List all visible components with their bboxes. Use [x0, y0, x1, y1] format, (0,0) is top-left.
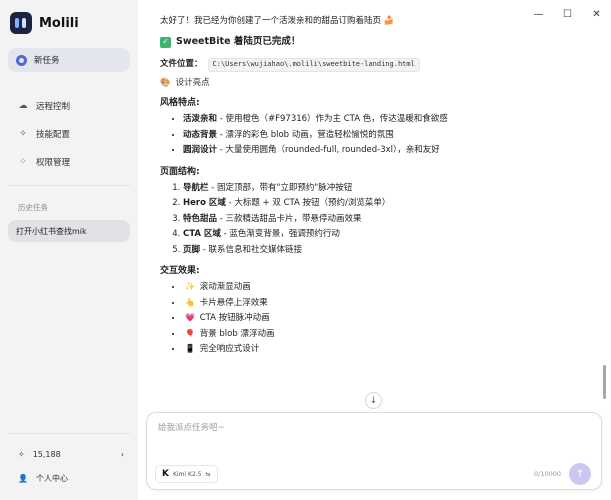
list-item: 👆 卡片悬停上浮效果 — [183, 298, 590, 309]
list-item: 导航栏 - 固定顶部，带有"立即预约"脉冲按钮 — [183, 183, 590, 194]
file-path[interactable]: C:\Users\wujiahao\.molili\sweetbite-land… — [207, 58, 420, 72]
list-item: ✨ 滚动渐显动画 — [183, 282, 590, 293]
sidebar-footer: ✧ 15,188 › 👤 个人中心 — [8, 433, 130, 490]
list-item: 圆润设计 - 大量使用圆角（rounded-full, rounded-3xl）… — [183, 145, 590, 156]
sidebar-item-remote-control[interactable]: ☁ 远程控制 — [8, 92, 130, 120]
sidebar-item-skills[interactable]: ✧ 技能配置 — [8, 120, 130, 148]
item-title: 动态背景 — [183, 129, 218, 140]
item-desc: - 大量使用圆角（rounded-full, rounded-3xl），亲和友好 — [217, 145, 440, 156]
spark-icon: ✧ — [19, 129, 27, 139]
item-desc: - 使用橙色（#F97316）作为主 CTA 色，传达温暖和食欲感 — [217, 114, 448, 125]
phone-icon: 📱 — [185, 344, 195, 354]
app-window: Molili 新任务 ☁ 远程控制 ✧ 技能配置 ⁘ 权限管理 历史任务 打开小… — [0, 0, 611, 500]
check-icon: ✓ — [160, 37, 171, 49]
list-item: CTA 区域 - 蓝色渐变背景，强调预约行动 — [183, 229, 590, 240]
item-title: CTA 区域 — [183, 229, 221, 240]
sidebar-item-label: 远程控制 — [36, 102, 71, 112]
item-title: Hero 区域 — [183, 198, 226, 209]
assistant-message: 太好了！我已经为你创建了一个活泼亲和的甜品订购着陆页 🍰 ✓ SweetBite… — [160, 16, 590, 365]
interaction-list: ✨ 滚动渐显动画 👆 卡片悬停上浮效果 💗 CTA 按钮脉冲动画 🎈 背景 bl… — [160, 282, 590, 355]
sparkles-icon: ✨ — [185, 282, 195, 292]
model-name: Kimi K2.5 — [172, 470, 202, 478]
brand: Molili — [8, 10, 130, 48]
item-title: 特色甜品 — [183, 213, 218, 224]
balloon-icon: 🎈 — [185, 328, 195, 338]
chevron-right-icon: › — [120, 449, 124, 459]
item-text: 卡片悬停上浮效果 — [199, 297, 268, 308]
pointer-icon: 👆 — [185, 297, 195, 307]
cloud-icon: ☁ — [18, 101, 28, 111]
structure-list: 导航栏 - 固定顶部，带有"立即预约"脉冲按钮 Hero 区域 - 大标题 + … — [160, 183, 590, 256]
item-title: 圆润设计 — [183, 145, 218, 156]
style-list: 活泼亲和 - 使用橙色（#F97316）作为主 CTA 色，传达温暖和食欲感 动… — [160, 114, 590, 156]
kimi-logo-icon: K — [162, 469, 169, 479]
user-icon: 👤 — [18, 473, 28, 483]
sidebar-item-label: 权限管理 — [36, 158, 71, 168]
interaction-heading: 交互效果: — [160, 266, 200, 277]
list-item: 🎈 背景 blob 漂浮动画 — [183, 329, 590, 340]
switch-icon: ⇆ — [205, 470, 211, 478]
palette-icon: 🎨 — [160, 77, 171, 88]
sidebar-item-permissions[interactable]: ⁘ 权限管理 — [8, 148, 130, 176]
design-highlights-heading: 🎨 设计亮点 — [160, 78, 590, 89]
completion-heading: ✓ SweetBite 着陆页已完成！ — [160, 36, 590, 49]
style-heading: 风格特点: — [160, 98, 200, 109]
new-task-button[interactable]: 新任务 — [8, 48, 130, 72]
history-section-label: 历史任务 — [8, 185, 130, 220]
item-desc: - 大标题 + 双 CTA 按钮（预约/浏览菜单） — [225, 198, 391, 209]
design-highlights-label: 设计亮点 — [175, 77, 210, 88]
item-desc: - 漂浮的彩色 blob 动画，营造轻松愉悦的氛围 — [217, 129, 394, 140]
list-item: 活泼亲和 - 使用橙色（#F97316）作为主 CTA 色，传达温暖和食欲感 — [183, 114, 590, 125]
list-item: 页脚 - 联系信息和社交媒体链接 — [183, 245, 590, 256]
item-text: CTA 按钮脉冲动画 — [199, 313, 270, 324]
sidebar-item-label: 技能配置 — [36, 130, 71, 140]
permissions-icon: ⁘ — [19, 157, 27, 167]
credits-icon: ✧ — [18, 449, 25, 459]
user-center-label: 个人中心 — [35, 473, 68, 483]
list-item: 动态背景 - 漂浮的彩色 blob 动画，营造轻松愉悦的氛围 — [183, 130, 590, 141]
list-item: 💗 CTA 按钮脉冲动画 — [183, 313, 590, 324]
file-location: 文件位置： C:\Users\wujiahao\.molili\sweetbit… — [160, 58, 590, 72]
history-item[interactable]: 打开小红书查找mik — [8, 220, 130, 242]
message-intro: 太好了！我已经为你创建了一个活泼亲和的甜品订购着陆页 🍰 — [160, 16, 395, 26]
arrow-up-icon: ↑ — [575, 468, 585, 480]
model-selector[interactable]: K Kimi K2.5 ⇆ — [155, 465, 218, 483]
credits-row[interactable]: ✧ 15,188 › — [8, 442, 130, 466]
arrow-down-icon: ↓ — [369, 395, 378, 406]
new-task-icon — [16, 54, 27, 66]
item-text: 滚动渐显动画 — [199, 282, 251, 293]
item-title: 活泼亲和 — [183, 114, 218, 125]
heart-icon: 💗 — [185, 313, 195, 323]
completion-title: SweetBite 着陆页已完成！ — [176, 36, 301, 48]
send-button[interactable]: ↑ — [569, 463, 591, 485]
main-panel: — ☐ ✕ 太好了！我已经为你创建了一个活泼亲和的甜品订购着陆页 🍰 ✓ Swe… — [138, 0, 611, 500]
list-item: 特色甜品 - 三款精选甜品卡片，带悬停动画效果 — [183, 214, 590, 225]
item-desc: - 三款精选甜品卡片，带悬停动画效果 — [217, 213, 362, 224]
task-input[interactable] — [158, 423, 578, 433]
app-logo-icon — [10, 12, 32, 34]
item-text: 完全响应式设计 — [199, 344, 260, 355]
credits-value: 15,188 — [32, 449, 61, 459]
sidebar: Molili 新任务 ☁ 远程控制 ✧ 技能配置 ⁘ 权限管理 历史任务 打开小… — [0, 0, 138, 500]
list-item: Hero 区域 - 大标题 + 双 CTA 按钮（预约/浏览菜单） — [183, 198, 590, 209]
new-task-label: 新任务 — [34, 56, 60, 66]
item-desc: - 固定顶部，带有"立即预约"脉冲按钮 — [208, 182, 353, 193]
char-counter: 0/10000 — [534, 470, 562, 478]
scrollbar[interactable] — [603, 365, 606, 399]
file-location-label: 文件位置： — [160, 59, 203, 70]
user-center-button[interactable]: 👤 个人中心 — [8, 466, 130, 490]
structure-heading: 页面结构: — [160, 166, 200, 177]
item-title: 导航栏 — [183, 182, 209, 193]
item-desc: - 蓝色渐变背景，强调预约行动 — [220, 229, 340, 240]
item-desc: - 联系信息和社交媒体链接 — [200, 244, 302, 255]
composer: K Kimi K2.5 ⇆ 0/10000 ↑ — [146, 412, 602, 490]
item-title: 页脚 — [183, 244, 201, 255]
list-item: 📱 完全响应式设计 — [183, 344, 590, 355]
scroll-down-button[interactable]: ↓ — [365, 392, 382, 409]
item-text: 背景 blob 漂浮动画 — [199, 328, 275, 339]
app-name: Molili — [39, 15, 79, 31]
